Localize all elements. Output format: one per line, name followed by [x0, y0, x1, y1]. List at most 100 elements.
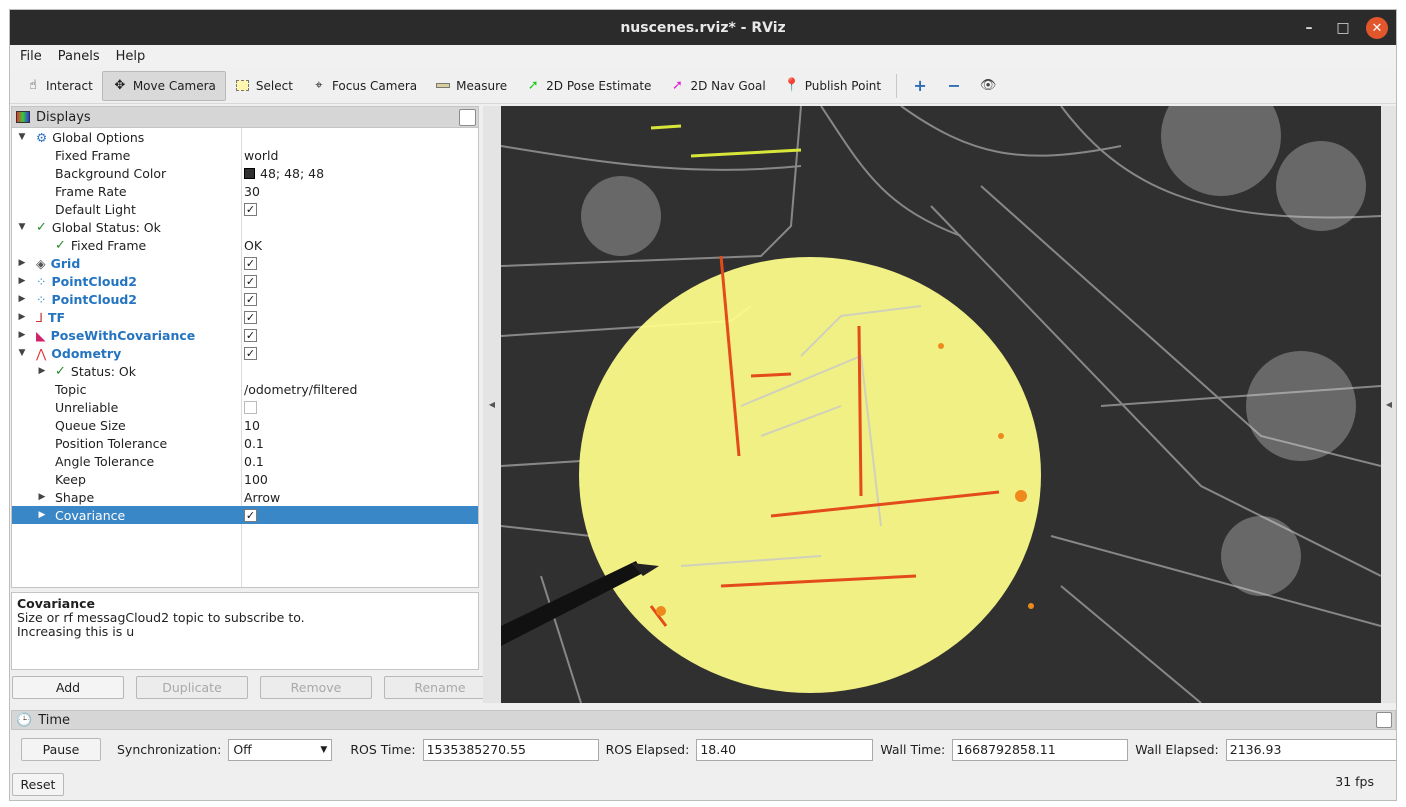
hand-icon: ☝ [29, 78, 37, 93]
collapse-arrow-icon[interactable]: ▶ [37, 366, 47, 376]
tree-row-status[interactable]: ▶ ✓ Status: Ok [12, 362, 478, 380]
collapse-arrow-icon[interactable]: ▶ [17, 312, 27, 322]
shape-value[interactable]: Arrow [244, 490, 280, 505]
tree-row-topic[interactable]: Topic /odometry/filtered [12, 380, 478, 398]
menu-help[interactable]: Help [116, 49, 146, 64]
tree-row-covariance[interactable]: ▶ Covariance ✓ [12, 506, 478, 524]
ros-time-field[interactable]: 1535385270.55 [422, 738, 599, 761]
rename-button[interactable]: Rename [384, 676, 496, 699]
tf-checkbox[interactable]: ✓ [244, 310, 257, 324]
tree-row-global-options[interactable]: ▼ ⚙ Global Options [12, 128, 478, 146]
time-float-button[interactable] [1376, 712, 1392, 728]
keep-value[interactable]: 100 [244, 472, 268, 487]
tree-row-unreliable[interactable]: Unreliable [12, 398, 478, 416]
tree-row-default-light[interactable]: Default Light ✓ [12, 200, 478, 218]
tree-row-pose-with-covariance[interactable]: ▶ ◣ PoseWithCovariance ✓ [12, 326, 478, 344]
menu-file[interactable]: File [20, 49, 42, 64]
global-status-label: Global Status: Ok [51, 219, 161, 235]
right-splitter-handle[interactable]: ◀ [1380, 106, 1396, 703]
ros-elapsed-field[interactable]: 18.40 [696, 738, 874, 761]
pointcloud2-checkbox[interactable]: ✓ [244, 274, 257, 288]
measure-tool[interactable]: Measure [426, 71, 516, 101]
wall-time-field[interactable]: 1668792858.11 [952, 738, 1129, 761]
collapse-arrow-icon[interactable]: ▶ [17, 258, 27, 268]
tree-row-global-status[interactable]: ▼ ✓ Global Status: Ok [12, 218, 478, 236]
frame-rate-value[interactable]: 30 [244, 184, 260, 199]
add-button[interactable]: Add [12, 676, 124, 699]
nav-goal-tool[interactable]: ➚ 2D Nav Goal [660, 71, 774, 101]
tree-row-status-fixed-frame[interactable]: ✓ Fixed Frame OK [12, 236, 478, 254]
displays-title: Displays [36, 109, 91, 125]
close-icon[interactable]: ✕ [1366, 17, 1388, 39]
sync-select[interactable]: Off ▼ [228, 738, 333, 761]
queue-size-value[interactable]: 10 [244, 418, 260, 433]
grid-checkbox[interactable]: ✓ [244, 256, 257, 270]
pause-button[interactable]: Pause [21, 738, 101, 761]
angle-tolerance-value[interactable]: 0.1 [244, 454, 264, 469]
wall-elapsed-field[interactable]: 2136.93 [1225, 738, 1396, 761]
collapse-arrow-icon[interactable]: ▶ [37, 510, 47, 520]
wall-elapsed-label: Wall Elapsed: [1135, 742, 1219, 757]
menu-bar: File Panels Help [10, 45, 1396, 67]
interact-tool[interactable]: ☝ Interact [16, 71, 102, 101]
tree-row-tf[interactable]: ▶ ⅃ TF ✓ [12, 308, 478, 326]
tree-row-shape[interactable]: ▶ Shape Arrow [12, 488, 478, 506]
background-color-value[interactable]: 48; 48; 48 [260, 166, 324, 181]
covariance-label: Covariance [55, 507, 126, 523]
odometry-checkbox[interactable]: ✓ [244, 346, 257, 360]
tree-row-pointcloud2-1[interactable]: ▶ ⁘ PointCloud2 ✓ [12, 272, 478, 290]
background-color-label: Background Color [55, 165, 167, 181]
collapse-arrow-icon[interactable]: ▶ [17, 276, 27, 286]
expand-arrow-icon[interactable]: ▼ [17, 348, 27, 358]
color-swatch[interactable] [244, 167, 255, 179]
move-camera-tool[interactable]: ✥ Move Camera [101, 70, 226, 101]
view-tool-button[interactable]: 👁 [971, 71, 1005, 101]
tree-row-frame-rate[interactable]: Frame Rate 30 [12, 182, 478, 200]
default-light-checkbox[interactable]: ✓ [244, 202, 257, 216]
minimize-icon[interactable]: – [1298, 17, 1320, 39]
pose-estimate-tool[interactable]: ➚ 2D Pose Estimate [516, 71, 660, 101]
displays-float-button[interactable] [459, 109, 476, 126]
sync-value: Off [233, 742, 252, 757]
collapse-arrow-icon[interactable]: ▶ [37, 492, 47, 502]
publish-point-tool[interactable]: 📍 Publish Point [775, 71, 890, 101]
tree-row-background-color[interactable]: Background Color 48; 48; 48 [12, 164, 478, 182]
pointcloud-icon: ⁘ [36, 291, 47, 307]
topic-value[interactable]: /odometry/filtered [244, 382, 357, 397]
unreliable-checkbox[interactable] [244, 400, 257, 414]
3d-viewport[interactable] [501, 106, 1381, 703]
pointcloud2-checkbox[interactable]: ✓ [244, 292, 257, 306]
tree-row-grid[interactable]: ▶ ◈ Grid ✓ [12, 254, 478, 272]
expand-arrow-icon[interactable]: ▼ [17, 132, 27, 142]
tree-row-pointcloud2-2[interactable]: ▶ ⁘ PointCloud2 ✓ [12, 290, 478, 308]
collapse-arrow-icon[interactable]: ▶ [17, 330, 27, 340]
reset-button[interactable]: Reset [12, 773, 64, 796]
add-tool-button[interactable]: + [903, 71, 937, 101]
remove-button[interactable]: Remove [260, 676, 372, 699]
pose-checkbox[interactable]: ✓ [244, 328, 257, 342]
maximize-icon[interactable]: □ [1332, 17, 1354, 39]
expand-arrow-icon[interactable]: ▼ [17, 222, 27, 232]
tree-row-angle-tolerance[interactable]: Angle Tolerance 0.1 [12, 452, 478, 470]
measure-label: Measure [456, 78, 508, 93]
interact-label: Interact [46, 78, 93, 93]
status-label: Status: Ok [70, 363, 137, 379]
duplicate-button[interactable]: Duplicate [136, 676, 248, 699]
tree-row-position-tolerance[interactable]: Position Tolerance 0.1 [12, 434, 478, 452]
tree-row-keep[interactable]: Keep 100 [12, 470, 478, 488]
menu-panels[interactable]: Panels [58, 49, 100, 64]
fixed-frame-value[interactable]: world [244, 148, 278, 163]
description-line-1: Size or rf messagCloud2 topic to subscri… [17, 610, 305, 625]
fixed-frame-label: Fixed Frame [55, 147, 131, 163]
focus-camera-tool[interactable]: ⌖ Focus Camera [302, 71, 426, 101]
remove-tool-button[interactable]: − [937, 71, 971, 101]
select-tool[interactable]: Select [226, 71, 302, 101]
tree-row-odometry[interactable]: ▼ ⋀ Odometry ✓ [12, 344, 478, 362]
collapse-arrow-icon[interactable]: ▶ [17, 294, 27, 304]
tree-row-fixed-frame[interactable]: Fixed Frame world [12, 146, 478, 164]
covariance-checkbox[interactable]: ✓ [244, 508, 257, 522]
tree-row-queue-size[interactable]: Queue Size 10 [12, 416, 478, 434]
position-tolerance-value[interactable]: 0.1 [244, 436, 264, 451]
left-splitter-handle[interactable]: ◀ [483, 106, 501, 703]
time-title: Time [38, 712, 71, 728]
